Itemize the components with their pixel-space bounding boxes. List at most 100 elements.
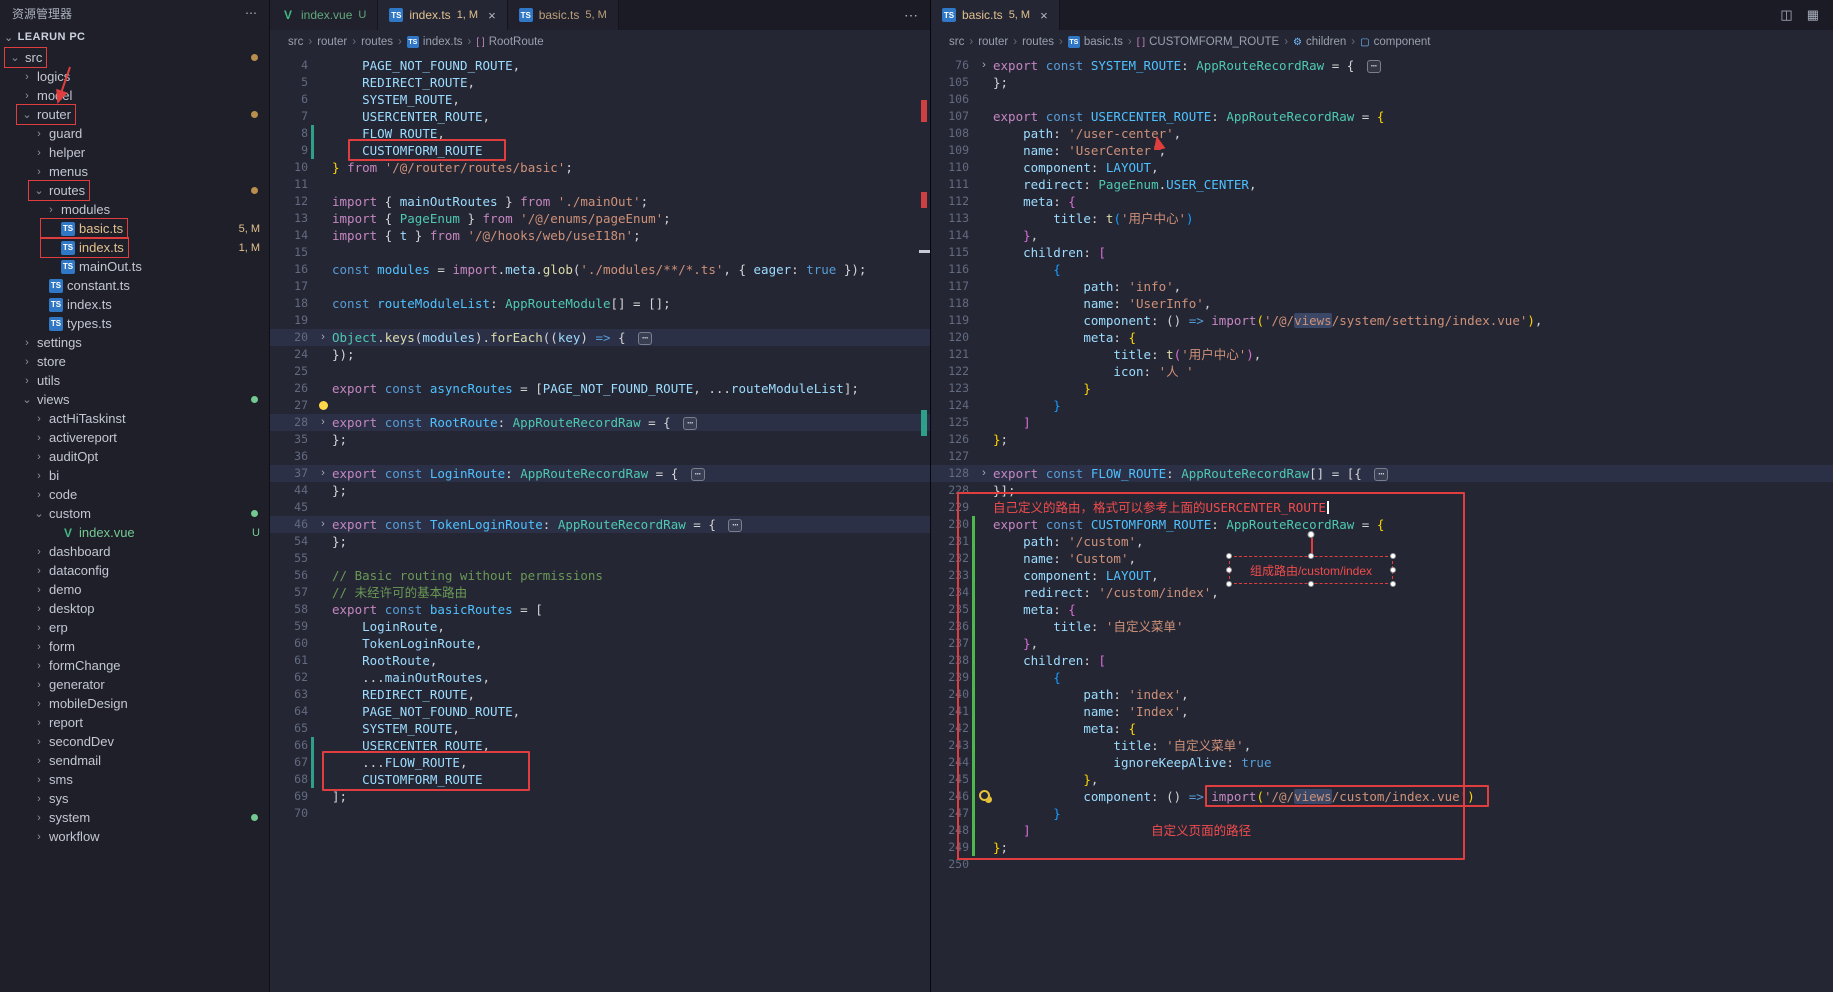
- tree-item-formChange[interactable]: ›formChange: [0, 656, 269, 675]
- code-line-76[interactable]: 76›export const SYSTEM_ROUTE: AppRouteRe…: [931, 57, 1833, 74]
- tree-item-types.ts[interactable]: TStypes.ts: [0, 314, 269, 333]
- code-line-249[interactable]: 249};: [931, 839, 1833, 856]
- code-line-238[interactable]: 238 children: [: [931, 652, 1833, 669]
- code-line-242[interactable]: 242 meta: {: [931, 720, 1833, 737]
- code-line-125[interactable]: 125 ]: [931, 414, 1833, 431]
- code-line-64[interactable]: 64 PAGE_NOT_FOUND_ROUTE,: [270, 703, 930, 720]
- code-line-112[interactable]: 112 meta: {: [931, 193, 1833, 210]
- tree-item-sendmail[interactable]: ›sendmail: [0, 751, 269, 770]
- tree-item-mobileDesign[interactable]: ›mobileDesign: [0, 694, 269, 713]
- code-line-119[interactable]: 119 component: () => import('/@/views/sy…: [931, 312, 1833, 329]
- code-line-124[interactable]: 124 }: [931, 397, 1833, 414]
- code-line-61[interactable]: 61 RootRoute,: [270, 652, 930, 669]
- close-icon[interactable]: ×: [488, 8, 496, 23]
- code-line-4[interactable]: 4 PAGE_NOT_FOUND_ROUTE,: [270, 57, 930, 74]
- breadcrumb-item-component[interactable]: ▢component: [1360, 36, 1430, 48]
- tree-item-auditOpt[interactable]: ›auditOpt: [0, 447, 269, 466]
- code-line-46[interactable]: 46›export const TokenLoginRoute: AppRout…: [270, 516, 930, 533]
- code-line-113[interactable]: 113 title: t('用户中心'): [931, 210, 1833, 227]
- code-line-116[interactable]: 116 {: [931, 261, 1833, 278]
- fold-chevron-icon[interactable]: ›: [314, 516, 332, 533]
- more-actions-icon[interactable]: ⋯: [245, 6, 257, 20]
- code-line-56[interactable]: 56// Basic routing without permissions: [270, 567, 930, 584]
- code-line-108[interactable]: 108 path: '/user-center',: [931, 125, 1833, 142]
- tree-item-constant.ts[interactable]: TSconstant.ts: [0, 276, 269, 295]
- code-line-26[interactable]: 26export const asyncRoutes = [PAGE_NOT_F…: [270, 380, 930, 397]
- more-actions-icon[interactable]: ⋯: [892, 0, 930, 30]
- code-line-105[interactable]: 105};: [931, 74, 1833, 91]
- tree-item-routes[interactable]: ⌄routes: [0, 181, 269, 200]
- tree-item-index.vue[interactable]: Vindex.vueU: [0, 523, 269, 542]
- tree-item-store[interactable]: ›store: [0, 352, 269, 371]
- code-line-8[interactable]: 8 FLOW_ROUTE,: [270, 125, 930, 142]
- code-line-232[interactable]: 232 name: 'Custom',: [931, 550, 1833, 567]
- tree-item-sys[interactable]: ›sys: [0, 789, 269, 808]
- code-line-127[interactable]: 127: [931, 448, 1833, 465]
- tree-item-actHiTaskinst[interactable]: ›actHiTaskinst: [0, 409, 269, 428]
- tree-item-bi[interactable]: ›bi: [0, 466, 269, 485]
- breadcrumb-item-RootRoute[interactable]: [ ]RootRoute: [476, 36, 543, 48]
- code-line-107[interactable]: 107export const USERCENTER_ROUTE: AppRou…: [931, 108, 1833, 125]
- layout-toggle-icon[interactable]: ▦: [1807, 7, 1819, 23]
- code-line-18[interactable]: 18const routeModuleList: AppRouteModule[…: [270, 295, 930, 312]
- tree-item-dataconfig[interactable]: ›dataconfig: [0, 561, 269, 580]
- code-line-17[interactable]: 17: [270, 278, 930, 295]
- fold-chevron-icon[interactable]: ›: [314, 329, 332, 346]
- code-line-14[interactable]: 14import { t } from '/@/hooks/web/useI18…: [270, 227, 930, 244]
- code-line-231[interactable]: 231 path: '/custom',: [931, 533, 1833, 550]
- code-line-239[interactable]: 239 {: [931, 669, 1833, 686]
- code-line-115[interactable]: 115 children: [: [931, 244, 1833, 261]
- code-line-54[interactable]: 54};: [270, 533, 930, 550]
- tree-item-workflow[interactable]: ›workflow: [0, 827, 269, 846]
- tree-item-basic.ts[interactable]: TSbasic.ts5, M: [0, 219, 269, 238]
- code-line-126[interactable]: 126};: [931, 431, 1833, 448]
- code-line-35[interactable]: 35};: [270, 431, 930, 448]
- tree-item-erp[interactable]: ›erp: [0, 618, 269, 637]
- code-line-36[interactable]: 36: [270, 448, 930, 465]
- code-line-250[interactable]: 250: [931, 856, 1833, 873]
- code-line-247[interactable]: 247 }: [931, 805, 1833, 822]
- code-line-241[interactable]: 241 name: 'Index',: [931, 703, 1833, 720]
- breadcrumb-item-routes[interactable]: routes: [361, 36, 393, 48]
- tree-item-modules[interactable]: ›modules: [0, 200, 269, 219]
- close-icon[interactable]: ×: [1040, 8, 1048, 23]
- code-line-37[interactable]: 37›export const LoginRoute: AppRouteReco…: [270, 465, 930, 482]
- tab-basic.ts[interactable]: TSbasic.ts5, M: [508, 0, 619, 30]
- tree-item-logics[interactable]: ›logics: [0, 67, 269, 86]
- code-line-25[interactable]: 25: [270, 363, 930, 380]
- split-editor-icon[interactable]: ◫: [1780, 7, 1792, 23]
- tree-item-mainOut.ts[interactable]: TSmainOut.ts: [0, 257, 269, 276]
- code-line-122[interactable]: 122 icon: '人 ': [931, 363, 1833, 380]
- code-line-234[interactable]: 234 redirect: '/custom/index',: [931, 584, 1833, 601]
- code-line-236[interactable]: 236 title: '自定义菜单': [931, 618, 1833, 635]
- code-line-66[interactable]: 66 USERCENTER_ROUTE,: [270, 737, 930, 754]
- code-line-10[interactable]: 10} from '/@/router/routes/basic';: [270, 159, 930, 176]
- tree-item-custom[interactable]: ⌄custom: [0, 504, 269, 523]
- tab-basic.ts[interactable]: TSbasic.ts5, M×: [931, 0, 1060, 30]
- code-line-20[interactable]: 20›Object.keys(modules).forEach((key) =>…: [270, 329, 930, 346]
- code-line-6[interactable]: 6 SYSTEM_ROUTE,: [270, 91, 930, 108]
- code-line-57[interactable]: 57// 未经许可的基本路由: [270, 584, 930, 601]
- code-line-230[interactable]: 230export const CUSTOMFORM_ROUTE: AppRou…: [931, 516, 1833, 533]
- fold-chevron-icon[interactable]: ›: [975, 57, 993, 74]
- tree-item-generator[interactable]: ›generator: [0, 675, 269, 694]
- code-line-117[interactable]: 117 path: 'info',: [931, 278, 1833, 295]
- code-line-244[interactable]: 244 ignoreKeepAlive: true: [931, 754, 1833, 771]
- code-line-237[interactable]: 237 },: [931, 635, 1833, 652]
- code-line-114[interactable]: 114 },: [931, 227, 1833, 244]
- tree-item-code[interactable]: ›code: [0, 485, 269, 504]
- tree-item-secondDev[interactable]: ›secondDev: [0, 732, 269, 751]
- code-line-106[interactable]: 106: [931, 91, 1833, 108]
- tree-item-desktop[interactable]: ›desktop: [0, 599, 269, 618]
- tree-item-activereport[interactable]: ›activereport: [0, 428, 269, 447]
- project-section-header[interactable]: ⌄ LEARUN PC: [0, 26, 269, 48]
- code-line-62[interactable]: 62 ...mainOutRoutes,: [270, 669, 930, 686]
- code-line-9[interactable]: 9 CUSTOMFORM_ROUTE: [270, 142, 930, 159]
- code-line-60[interactable]: 60 TokenLoginRoute,: [270, 635, 930, 652]
- code-line-128[interactable]: 128›export const FLOW_ROUTE: AppRouteRec…: [931, 465, 1833, 482]
- code-line-63[interactable]: 63 REDIRECT_ROUTE,: [270, 686, 930, 703]
- code-line-28[interactable]: 28›export const RootRoute: AppRouteRecor…: [270, 414, 930, 431]
- tab-index.ts[interactable]: TSindex.ts1, M×: [378, 0, 507, 30]
- breadcrumb-item-src[interactable]: src: [288, 36, 303, 48]
- tree-item-guard[interactable]: ›guard: [0, 124, 269, 143]
